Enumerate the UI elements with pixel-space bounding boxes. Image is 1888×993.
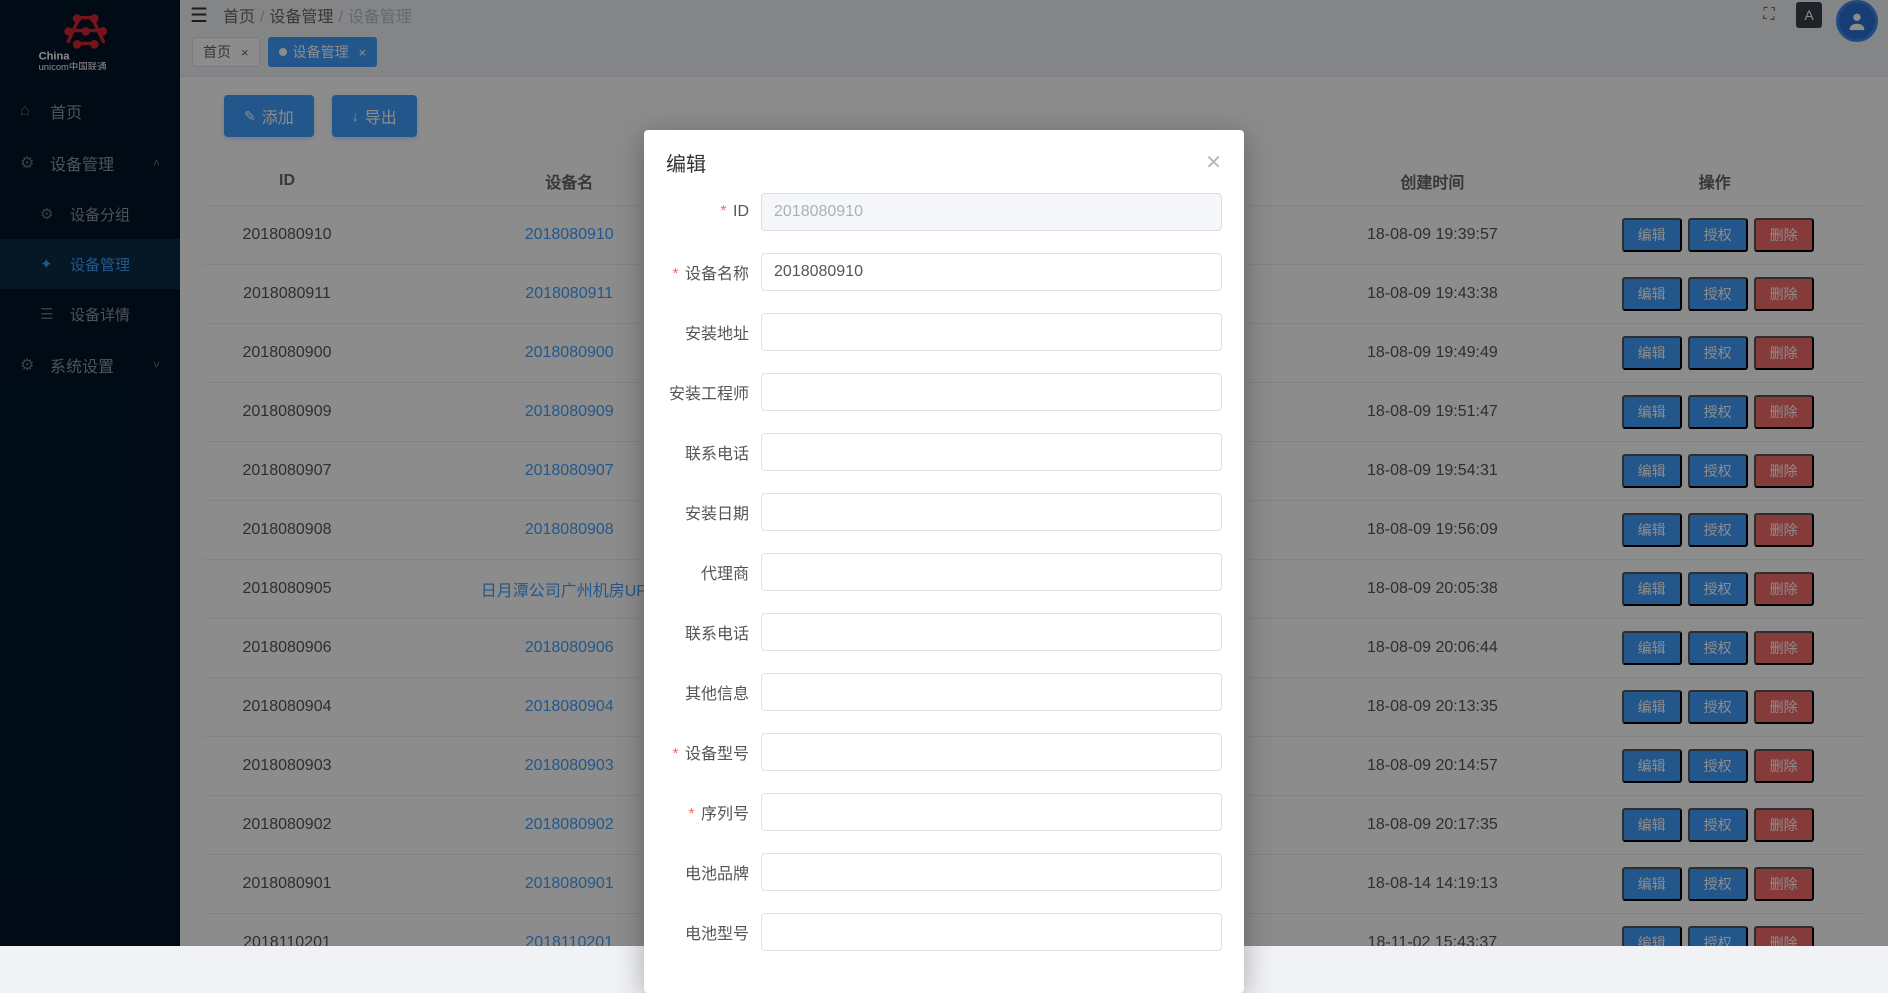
form-input-11[interactable]: [761, 853, 1222, 891]
form-input-4[interactable]: [761, 433, 1222, 471]
form-input-9[interactable]: [761, 733, 1222, 771]
edit-dialog: 编辑 ✕ ID设备名称安装地址安装工程师联系电话安装日期代理商联系电话其他信息设…: [644, 130, 1244, 993]
form-input-10[interactable]: [761, 793, 1222, 831]
form-row: 安装地址: [666, 313, 1222, 351]
form-label: 联系电话: [666, 440, 761, 464]
form-label: 电池型号: [666, 920, 761, 944]
form-label: ID: [666, 203, 761, 221]
form-label: 安装工程师: [666, 380, 761, 404]
form-input-0: [761, 193, 1222, 231]
form-input-7[interactable]: [761, 613, 1222, 651]
form-row: 安装工程师: [666, 373, 1222, 411]
form-row: 其他信息: [666, 673, 1222, 711]
form-input-6[interactable]: [761, 553, 1222, 591]
form-input-8[interactable]: [761, 673, 1222, 711]
form-row: 代理商: [666, 553, 1222, 591]
form-label: 设备型号: [666, 740, 761, 764]
form-label: 联系电话: [666, 620, 761, 644]
form-row: 电池型号: [666, 913, 1222, 951]
form-input-5[interactable]: [761, 493, 1222, 531]
form-row: ID: [666, 193, 1222, 231]
form-row: 序列号: [666, 793, 1222, 831]
form-label: 电池品牌: [666, 860, 761, 884]
form-row: 电池品牌: [666, 853, 1222, 891]
form-label: 安装地址: [666, 320, 761, 344]
form-label: 代理商: [666, 560, 761, 584]
form-label: 其他信息: [666, 680, 761, 704]
form-input-3[interactable]: [761, 373, 1222, 411]
form-input-12[interactable]: [761, 913, 1222, 951]
form-row: 设备名称: [666, 253, 1222, 291]
form-input-1[interactable]: [761, 253, 1222, 291]
form-row: 设备型号: [666, 733, 1222, 771]
form-row: 联系电话: [666, 613, 1222, 651]
form-row: 联系电话: [666, 433, 1222, 471]
form-label: 序列号: [666, 800, 761, 824]
form-label: 设备名称: [666, 260, 761, 284]
close-icon[interactable]: ✕: [1205, 150, 1222, 175]
form-label: 安装日期: [666, 500, 761, 524]
dialog-title: 编辑: [666, 148, 706, 177]
form-input-2[interactable]: [761, 313, 1222, 351]
form-row: 安装日期: [666, 493, 1222, 531]
